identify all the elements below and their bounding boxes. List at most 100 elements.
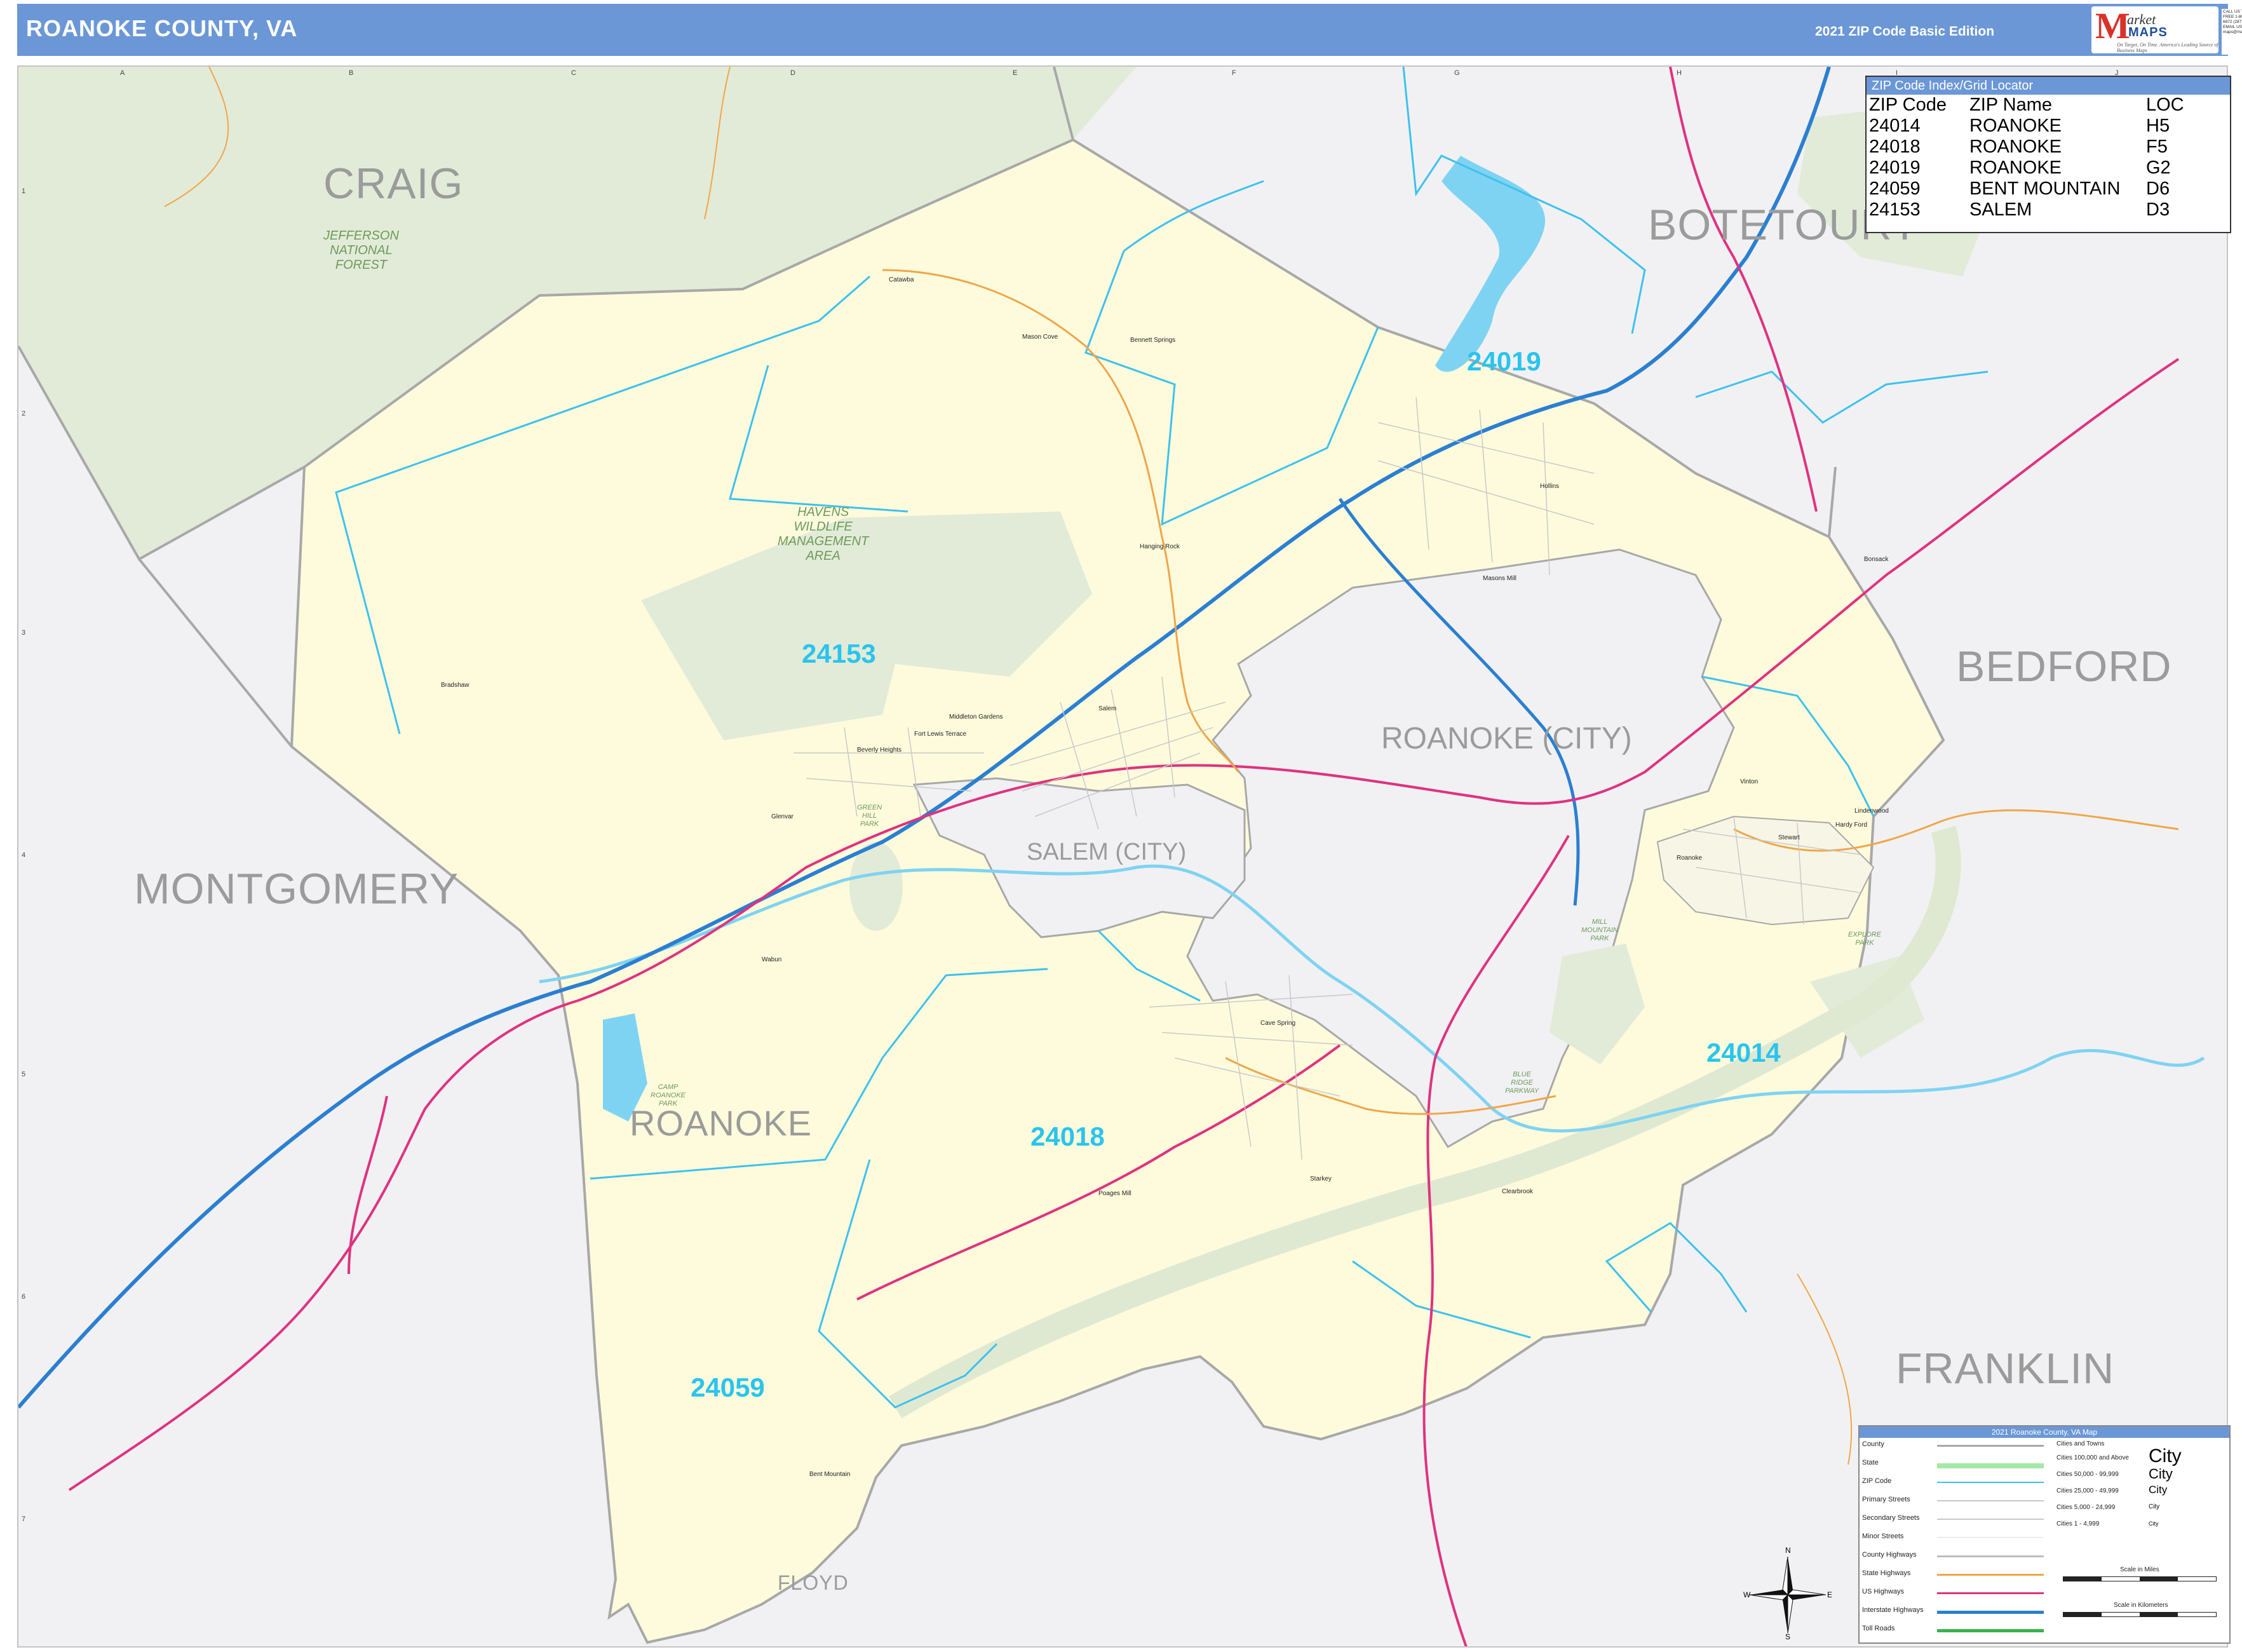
legend-item: Minor Streets: [1862, 1533, 2044, 1545]
zip-index-col-zip: ZIP Code: [1869, 95, 1947, 115]
legend-city-sample: City: [2149, 1484, 2168, 1496]
county-label-montgomery: MONTGOMERY: [134, 865, 459, 913]
legend-city-sizes-heading: Cities and Towns: [2056, 1440, 2105, 1447]
county-label-franklin: FRANKLIN: [1896, 1344, 2115, 1393]
town-label: Hollins: [1540, 483, 1560, 490]
legend-item-swatch: [1937, 1574, 2044, 1576]
zip-loc-cell: G2: [2146, 158, 2171, 178]
table-row: 24153 SALEM D3: [1869, 200, 2189, 220]
town-label: Cave Spring: [1260, 1020, 1296, 1027]
town-label: Stewart: [1778, 834, 1800, 841]
legend-item: County: [1862, 1440, 2044, 1453]
town-label: Salem: [1098, 705, 1117, 712]
grid-letter-e: E: [1013, 69, 1018, 77]
zip-label-24019: 24019: [1467, 346, 1541, 376]
logo-tagline: On Target, On Time. America's Leading So…: [2117, 42, 2218, 53]
town-label: Starkey: [1310, 1175, 1332, 1182]
zip-loc-cell: D3: [2146, 200, 2170, 220]
zip-name-cell: ROANOKE: [1969, 137, 2062, 157]
zip-label-24014: 24014: [1706, 1038, 1781, 1067]
zip-cell: 24018: [1869, 137, 1921, 157]
legend-city-size: Cities 50,000 - 99,999: [2056, 1471, 2119, 1478]
park-label-blue-ridge: BLUE RIDGE PARKWAY: [1505, 1071, 1539, 1095]
town-label: Masons Mill: [1483, 575, 1516, 582]
legend-item: State: [1862, 1459, 2044, 1472]
legend-item-swatch: [1937, 1611, 2044, 1614]
table-row: 24014 ROANOKE H5: [1869, 116, 2189, 137]
town-label: Poages Mill: [1098, 1190, 1131, 1197]
zip-loc-cell: D6: [2146, 179, 2170, 199]
market-maps-logo: M arket MAPS On Target, On Time. America…: [2091, 6, 2218, 53]
legend-item: State Highways: [1862, 1569, 2044, 1582]
legend-item-label: Primary Streets: [1862, 1496, 1910, 1503]
zip-index-title: ZIP Code Index/Grid Locator: [1867, 77, 2230, 95]
compass-s: S: [1785, 1632, 1790, 1639]
legend-item-swatch: [1937, 1519, 2044, 1520]
grid-number-4: 4: [22, 851, 26, 859]
grid-number-3: 3: [22, 629, 26, 637]
legend-item-swatch: [1937, 1537, 2044, 1538]
park-label-mill-mountain: MILL MOUNTAIN PARK: [1581, 918, 1618, 942]
legend-item-swatch: [1937, 1592, 2044, 1594]
legend-item: Interstate Highways: [1862, 1606, 2044, 1619]
map-edition: 2021 ZIP Code Basic Edition: [1815, 24, 1995, 39]
town-label: Bradshaw: [441, 682, 469, 689]
zip-index-col-name: ZIP Name: [1969, 95, 2053, 115]
map-frame[interactable]: A B C D E F G H I J 1 2 3 4 5 6 7 CRAIG …: [17, 65, 2228, 1648]
zip-loc-cell: F5: [2146, 137, 2168, 157]
city-label-roanoke: ROANOKE (CITY): [1381, 722, 1632, 755]
park-label-jefferson: JEFFERSON NATIONAL FOREST: [323, 229, 399, 272]
logo-maps-text: MAPS: [2128, 25, 2168, 39]
compass-rose-icon: N S W E: [1743, 1546, 1832, 1639]
legend-title: 2021 Roanoke County, VA Map: [1860, 1426, 2229, 1438]
legend-city-size: Cities 1 - 4,999: [2056, 1520, 2100, 1527]
legend-item: ZIP Code: [1862, 1477, 2044, 1490]
legend-item-label: State: [1862, 1459, 1879, 1466]
zip-code-index: ZIP Code Index/Grid Locator ZIP Code ZIP…: [1865, 76, 2231, 233]
grid-number-5: 5: [22, 1071, 26, 1078]
legend-city-sample: City: [2149, 1466, 2173, 1482]
park-label-havens: HAVENS WILDLIFE MANAGEMENT AREA: [778, 505, 869, 563]
zip-cell: 24059: [1869, 179, 1921, 199]
grid-number-7: 7: [22, 1515, 26, 1523]
town-label: Lindenwood: [1854, 808, 1889, 815]
legend-item-label: Minor Streets: [1862, 1533, 1904, 1540]
zip-loc-cell: H5: [2146, 116, 2170, 136]
legend-item: Secondary Streets: [1862, 1514, 2044, 1527]
legend-item-label: US Highways: [1862, 1588, 1905, 1595]
legend-item: Toll Roads: [1862, 1625, 2044, 1637]
park-label-camp-roanoke: CAMP ROANOKE PARK: [651, 1083, 686, 1107]
town-label: Beverly Heights: [857, 747, 902, 754]
legend-item-swatch: [1937, 1555, 2044, 1557]
grid-letter-g: G: [1454, 69, 1460, 77]
grid-number-2: 2: [22, 410, 26, 417]
grid-letter-d: D: [790, 69, 795, 77]
town-label: Fort Lewis Terrace: [914, 731, 967, 738]
grid-letter-c: C: [571, 69, 576, 77]
legend-item-label: State Highways: [1862, 1569, 1911, 1577]
town-label: Roanoke: [1677, 855, 1703, 862]
legend-item-swatch: [1937, 1445, 2044, 1447]
zip-index-header-row: ZIP Code ZIP Name LOC: [1869, 95, 2189, 116]
map-title: ROANOKE COUNTY, VA: [26, 15, 298, 41]
zip-label-24059: 24059: [691, 1372, 765, 1402]
table-row: 24019 ROANOKE G2: [1869, 158, 2189, 179]
park-label-explore: EXPLORE PARK: [1848, 931, 1881, 947]
legend-item-label: Secondary Streets: [1862, 1514, 1920, 1522]
table-row: 24018 ROANOKE F5: [1869, 137, 2189, 158]
legend-item-swatch: [1937, 1629, 2044, 1632]
town-label: Clearbrook: [1502, 1188, 1533, 1195]
legend-item: Primary Streets: [1862, 1496, 2044, 1508]
city-label-salem: SALEM (CITY): [1027, 839, 1187, 865]
town-label: Glenvar: [771, 813, 794, 820]
town-label: Hardy Ford: [1835, 822, 1868, 829]
legend-city-size: Cities 100,000 and Above: [2056, 1454, 2129, 1461]
legend-scale-km: Scale in Kilometers: [2114, 1602, 2168, 1609]
legend-item: County Highways: [1862, 1551, 2044, 1564]
legend-item-swatch: [1937, 1500, 2044, 1501]
town-label: Hanging Rock: [1140, 543, 1180, 550]
legend-city-sample: City: [2149, 1520, 2159, 1527]
legend-scale-bar-km: [2063, 1612, 2217, 1617]
compass-w: W: [1743, 1590, 1751, 1599]
legend-scale-miles: Scale in Miles: [2120, 1566, 2159, 1573]
